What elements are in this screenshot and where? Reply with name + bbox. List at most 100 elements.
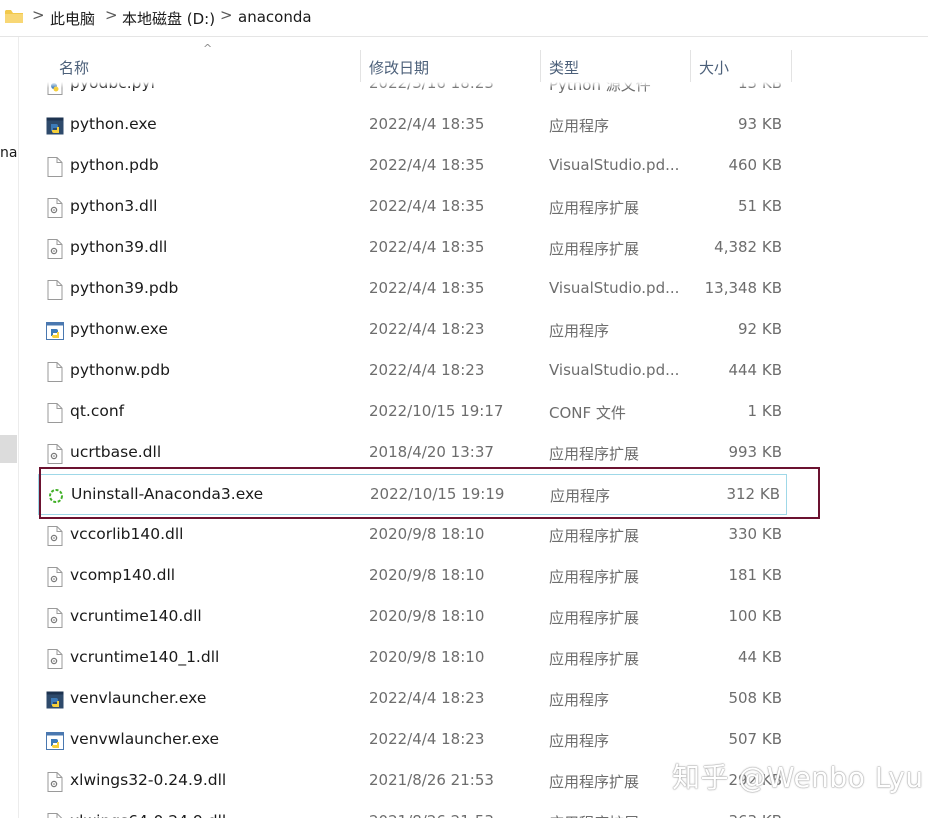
column-divider[interactable] bbox=[690, 50, 691, 82]
file-type: 应用程序扩展 bbox=[549, 199, 640, 217]
file-name: python39.pdb bbox=[70, 279, 179, 297]
chevron-right-icon: > bbox=[220, 6, 233, 24]
file-name: python3.dll bbox=[70, 197, 158, 215]
file-row[interactable]: qt.conf 2022/10/15 19:17 CONF 文件 1 KB bbox=[38, 392, 788, 433]
file-row[interactable]: ucrtbase.dll 2018/4/20 13:37 应用程序扩展 993 KB bbox=[38, 433, 788, 474]
file-type: VisualStudio.pd... bbox=[549, 279, 680, 297]
file-date-modified: 2022/4/4 18:35 bbox=[369, 156, 485, 174]
column-header-type[interactable]: 类型 bbox=[549, 57, 579, 78]
file-date-modified: 2022/10/15 19:17 bbox=[369, 402, 504, 420]
installer-ring-icon bbox=[47, 486, 65, 506]
file-size: 92 KB bbox=[738, 320, 782, 338]
file-row[interactable]: python3.dll 2022/4/4 18:35 应用程序扩展 51 KB bbox=[38, 187, 788, 228]
file-date-modified: 2022/4/4 18:35 bbox=[369, 197, 485, 215]
column-header-modified[interactable]: 修改日期 bbox=[369, 57, 429, 78]
file-type: 应用程序 bbox=[549, 117, 610, 135]
file-type: 应用程序 bbox=[549, 691, 610, 709]
file-type: 应用程序扩展 bbox=[549, 650, 640, 668]
file-row[interactable]: vcruntime140.dll 2020/9/8 18:10 应用程序扩展 100 … bbox=[38, 597, 788, 638]
file-type: 应用程序扩展 bbox=[549, 609, 640, 627]
file-date-modified: 2020/9/8 18:10 bbox=[369, 648, 485, 666]
breadcrumb-item-this-pc[interactable]: 此电脑 bbox=[50, 8, 95, 29]
file-row[interactable]: python39.dll 2022/4/4 18:35 应用程序扩展 4,382 KB bbox=[38, 228, 788, 269]
file-name: xlwings32-0.24.9.dll bbox=[70, 771, 227, 789]
file-size: 507 KB bbox=[728, 730, 782, 748]
file-type: 应用程序扩展 bbox=[549, 568, 640, 586]
file-row[interactable]: python.pdb 2022/4/4 18:35 VisualStudio.pd.… bbox=[38, 146, 788, 187]
sort-ascending-icon: ^ bbox=[203, 42, 213, 55]
navigation-pane[interactable]: na bbox=[0, 37, 19, 818]
column-divider[interactable] bbox=[791, 50, 792, 82]
file-date-modified: 2021/8/26 21:53 bbox=[369, 771, 494, 789]
file-size: 363 KB bbox=[728, 812, 782, 818]
file-row[interactable]: python39.pdb 2022/4/4 18:35 VisualStudio.p… bbox=[38, 269, 788, 310]
file-row[interactable]: pythonw.exe 2022/4/4 18:23 应用程序 92 KB bbox=[38, 310, 788, 351]
dll-file-icon bbox=[46, 526, 64, 546]
file-size: 44 KB bbox=[738, 648, 782, 666]
breadcrumb-item-drive-d[interactable]: 本地磁盘 (D:) bbox=[122, 8, 215, 29]
breadcrumb-item-anaconda[interactable]: anaconda bbox=[238, 8, 312, 26]
column-header-size[interactable]: 大小 bbox=[699, 57, 729, 78]
file-name: vcruntime140.dll bbox=[70, 607, 202, 625]
file-name: vcomp140.dll bbox=[70, 566, 176, 584]
column-divider[interactable] bbox=[360, 50, 361, 82]
file-row[interactable]: vccorlib140.dll 2020/9/8 18:10 应用程序扩展 330 K… bbox=[38, 515, 788, 556]
file-name: pythonw.pdb bbox=[70, 361, 170, 379]
file-row[interactable]: xlwings64-0.24.9.dll 2021/8/26 21:53 应用程序扩… bbox=[38, 802, 788, 818]
file-size: 13 KB bbox=[738, 82, 782, 92]
column-header-name[interactable]: 名称 bbox=[59, 57, 89, 78]
pythonw-exe-icon bbox=[46, 731, 64, 751]
blank-file-icon bbox=[46, 157, 64, 177]
file-date-modified: 2020/9/8 18:10 bbox=[369, 607, 485, 625]
file-size: 51 KB bbox=[738, 197, 782, 215]
file-row[interactable]: python.exe 2022/4/4 18:35 应用程序 93 KB bbox=[38, 105, 788, 146]
file-date-modified: 2022/4/4 18:23 bbox=[369, 730, 485, 748]
file-row[interactable]: venvwlauncher.exe 2022/4/4 18:23 应用程序 507 K… bbox=[38, 720, 788, 761]
file-type: VisualStudio.pd... bbox=[549, 156, 680, 174]
navigation-pane-selection[interactable] bbox=[0, 435, 17, 463]
file-row[interactable]: vcomp140.dll 2020/9/8 18:10 应用程序扩展 181 KB bbox=[38, 556, 788, 597]
chevron-right-icon: > bbox=[105, 6, 118, 24]
file-date-modified: 2020/9/8 18:10 bbox=[369, 525, 485, 543]
dll-file-icon bbox=[46, 444, 64, 464]
blank-file-icon bbox=[46, 403, 64, 423]
file-size: 993 KB bbox=[728, 443, 782, 461]
file-date-modified: 2022/10/15 19:19 bbox=[370, 485, 505, 503]
file-name: python.pdb bbox=[70, 156, 159, 174]
folder-icon bbox=[5, 10, 23, 23]
column-divider[interactable] bbox=[540, 50, 541, 82]
file-size: 1 KB bbox=[747, 402, 782, 420]
dll-file-icon bbox=[46, 567, 64, 587]
file-date-modified: 2018/4/20 13:37 bbox=[369, 443, 494, 461]
file-date-modified: 2020/9/8 18:10 bbox=[369, 566, 485, 584]
file-size: 4,382 KB bbox=[714, 238, 782, 256]
file-date-modified: 2021/8/26 21:53 bbox=[369, 812, 494, 818]
file-row[interactable]: pythonw.pdb 2022/4/4 18:23 VisualStudio.pd… bbox=[38, 351, 788, 392]
file-name: venvlauncher.exe bbox=[70, 689, 207, 707]
file-row[interactable]: vcruntime140_1.dll 2020/9/8 18:10 应用程序扩展 44… bbox=[38, 638, 788, 679]
navigation-pane-label[interactable]: na bbox=[0, 145, 17, 161]
file-type: 应用程序扩展 bbox=[549, 445, 640, 463]
file-list[interactable]: pyodbc.pyi 2022/3/16 18:23 Python 源文件 13 KB… bbox=[38, 82, 798, 818]
blank-file-icon bbox=[46, 362, 64, 382]
file-date-modified: 2022/4/4 18:35 bbox=[369, 279, 485, 297]
file-date-modified: 2022/3/16 18:23 bbox=[369, 82, 494, 92]
file-name: vcruntime140_1.dll bbox=[70, 648, 220, 666]
chevron-right-icon: > bbox=[32, 6, 45, 24]
python-exe-icon bbox=[46, 690, 64, 710]
file-size: 13,348 KB bbox=[704, 279, 782, 297]
file-row[interactable]: Uninstall-Anaconda3.exe 2022/10/15 19:19 应… bbox=[38, 474, 787, 515]
python-exe-icon bbox=[46, 116, 64, 136]
file-size: 181 KB bbox=[728, 566, 782, 584]
file-name: qt.conf bbox=[70, 402, 125, 420]
file-date-modified: 2022/4/4 18:35 bbox=[369, 115, 485, 133]
file-type: VisualStudio.pd... bbox=[549, 361, 680, 379]
file-name: venvwlauncher.exe bbox=[70, 730, 220, 748]
address-bar[interactable]: > 此电脑 > 本地磁盘 (D:) > anaconda bbox=[0, 0, 928, 37]
file-row[interactable]: venvlauncher.exe 2022/4/4 18:23 应用程序 508 KB bbox=[38, 679, 788, 720]
file-date-modified: 2022/4/4 18:23 bbox=[369, 361, 485, 379]
file-type: 应用程序 bbox=[549, 322, 610, 340]
file-size: 460 KB bbox=[728, 156, 782, 174]
file-row[interactable]: pyodbc.pyi 2022/3/16 18:23 Python 源文件 13 KB bbox=[38, 82, 788, 105]
file-type: 应用程序 bbox=[549, 732, 610, 750]
